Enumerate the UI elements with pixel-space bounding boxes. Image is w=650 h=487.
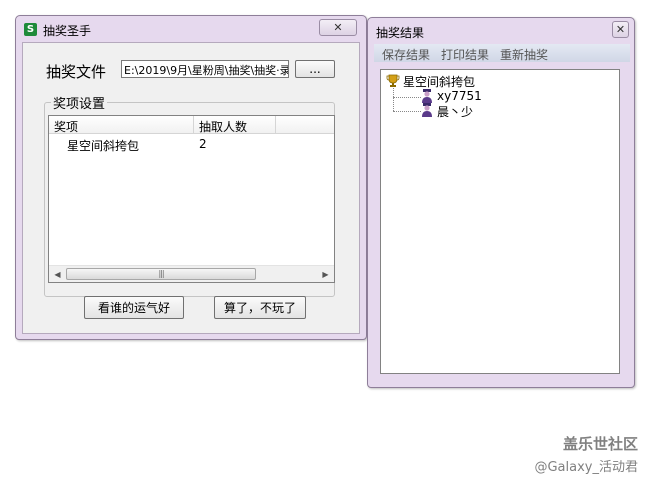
table-row[interactable]: 星空间斜挎包 2: [49, 135, 334, 153]
scroll-thumb[interactable]: |||: [66, 268, 256, 280]
watermark-title: 盖乐世社区: [562, 435, 638, 453]
tree-child-label[interactable]: xy7751: [437, 89, 482, 103]
cell-count: 2: [199, 137, 207, 151]
draw-lucky-button[interactable]: 看谁的运气好: [84, 296, 184, 319]
print-result-button[interactable]: 打印结果: [441, 46, 489, 63]
column-divider[interactable]: [275, 116, 276, 134]
scroll-left-icon[interactable]: ◀: [49, 266, 66, 283]
result-tree[interactable]: 星空间斜挎包 xy7751 晨丶少: [380, 69, 620, 374]
list-header: 奖项 抽取人数: [49, 116, 334, 134]
horizontal-scrollbar[interactable]: ◀ ||| ▶: [49, 265, 334, 282]
trophy-icon: [386, 74, 400, 87]
group-title: 奖项设置: [51, 93, 108, 112]
title-bar[interactable]: S 抽奖圣手 ✕: [16, 16, 366, 42]
window-title: 抽奖圣手: [43, 24, 92, 38]
app-icon: S: [24, 23, 37, 36]
tree-connector: [393, 111, 421, 112]
file-path-input[interactable]: E:\2019\9月\星粉周\抽奖\抽奖·录: [121, 60, 289, 78]
tree-child-label[interactable]: 晨丶少: [437, 103, 473, 120]
result-toolbar: 保存结果 打印结果 重新抽奖: [374, 44, 630, 62]
column-divider[interactable]: [193, 116, 194, 134]
quit-button[interactable]: 算了，不玩了: [214, 296, 306, 319]
tree-connector: [393, 97, 421, 98]
main-client-area: 抽奖文件 E:\2019\9月\星粉周\抽奖\抽奖·录 ... 奖项设置 奖项 …: [22, 42, 360, 334]
cell-prize: 星空间斜挎包: [67, 139, 140, 153]
close-button[interactable]: ✕: [319, 19, 357, 36]
tree-connector: [393, 88, 394, 111]
tree-root-label[interactable]: 星空间斜挎包: [403, 73, 475, 90]
winner-icon: [422, 89, 432, 103]
watermark-handle: @Galaxy_活动君: [534, 460, 638, 475]
column-header-count[interactable]: 抽取人数: [199, 118, 247, 135]
close-button[interactable]: ✕: [612, 21, 629, 38]
lottery-main-window: S 抽奖圣手 ✕ 抽奖文件 E:\2019\9月\星粉周\抽奖\抽奖·录 ...…: [15, 15, 367, 340]
save-result-button[interactable]: 保存结果: [382, 46, 430, 63]
window-title: 抽奖结果: [376, 26, 425, 40]
prize-list[interactable]: 奖项 抽取人数 星空间斜挎包 2 ◀ ||| ▶: [48, 115, 335, 283]
scroll-right-icon[interactable]: ▶: [317, 266, 334, 283]
redraw-button[interactable]: 重新抽奖: [500, 46, 548, 63]
column-header-prize[interactable]: 奖项: [54, 118, 78, 135]
winner-icon: [422, 103, 432, 117]
title-bar[interactable]: 抽奖结果 ✕: [368, 18, 634, 44]
file-label: 抽奖文件: [46, 63, 107, 81]
browse-button[interactable]: ...: [295, 60, 335, 78]
lottery-result-window: 抽奖结果 ✕ 保存结果 打印结果 重新抽奖 星空间斜挎包 xy7751 晨丶少: [367, 17, 635, 388]
